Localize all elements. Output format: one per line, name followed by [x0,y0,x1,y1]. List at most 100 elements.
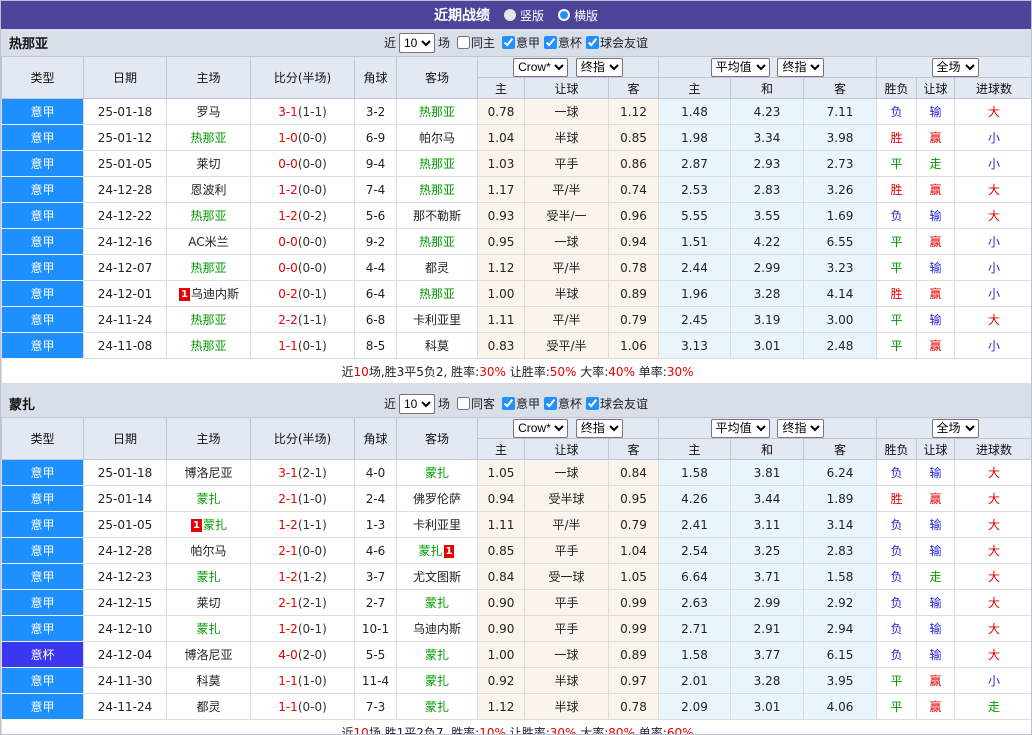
odds-home: 0.94 [477,485,525,512]
odds-home: 0.92 [477,667,525,694]
team-name: AC米兰 [188,235,229,249]
radio-horizontal-option[interactable]: 横版 [558,7,598,24]
league-filter-意甲[interactable]: 意甲 [498,395,540,412]
odds-home: 1.12 [477,693,525,720]
odds-home: 1.03 [477,150,525,177]
league-filter-意杯[interactable]: 意杯 [540,34,582,51]
col-avg-home: 主 [658,77,732,99]
fulltime-score: 4-0 [278,647,298,662]
halftime-score: (0-1) [297,621,327,636]
handicap-line: 受一球 [524,563,609,590]
summary-segment: 30% [479,364,506,379]
league-badge: 意甲 [1,485,84,512]
score-cell: 0-0(0-0) [250,254,355,281]
fulltime-score: 2-1 [278,595,298,610]
final-odds-select-1[interactable]: 终指 [575,418,623,438]
home-team-cell: 热那亚 [166,306,251,333]
league-badge: 意甲 [1,150,84,177]
away-team-cell: 尤文图斯 [396,563,478,590]
result-handicap: 输 [916,537,956,564]
avg-odds-home: 2.09 [658,693,732,720]
league-checkbox[interactable] [502,35,515,49]
fulltime-select[interactable]: 全场 [931,418,979,438]
bookmaker-select[interactable]: Crow* [513,57,569,77]
league-filter-意杯[interactable]: 意杯 [540,395,582,412]
fulltime-score: 3-1 [278,465,298,480]
away-team-cell: 热那亚 [396,280,478,307]
col-date: 日期 [83,417,167,460]
average-select[interactable]: 平均值 [710,418,770,438]
team-name: 罗马 [196,105,221,119]
result-outcome: 负 [876,615,918,642]
away-team-cell: 蒙扎 [396,589,478,616]
result-outcome: 胜 [876,124,918,151]
halftime-score: (0-1) [297,338,327,353]
radio-vertical-option[interactable]: 竖版 [503,7,544,24]
same-away-filter[interactable]: 同客 [453,395,495,412]
score-cell: 1-2(1-2) [250,563,355,590]
result-outcome: 平 [876,150,918,177]
summary-monza: 近10场,胜1平2负7, 胜率:10% 让胜率:30% 大率:80% 单率:60… [1,719,1031,734]
corner-cell: 3-7 [354,563,397,590]
games-count-select[interactable]: 10 [398,393,435,414]
same-away-label: 同客 [470,397,495,411]
final-odds-select-1[interactable]: 终指 [575,57,623,77]
league-checkbox[interactable] [502,396,515,410]
handicap-line: 一球 [524,98,609,125]
col-avg-away: 客 [803,77,878,99]
odds-away: 1.06 [607,332,660,359]
halftime-score: (0-0) [297,182,327,197]
home-team-cell: 热那亚 [166,254,251,281]
bookmaker-select[interactable]: Crow* [513,418,569,438]
odds-away: 0.96 [607,202,660,229]
match-row: 意甲 24-11-24 都灵 1-1(0-0) 7-3 蒙扎 1.12 半球 0.78 2.09 3… [1,693,1031,720]
corner-cell: 4-4 [354,254,397,281]
home-team-cell: 蒙扎 [166,615,251,642]
home-team-cell: 热那亚 [166,202,251,229]
odds-home: 1.04 [477,124,525,151]
handicap-line: 一球 [524,228,609,255]
odds-away: 0.97 [607,667,660,694]
radio-vertical-label: 竖版 [519,8,544,23]
result-handicap: 输 [916,98,956,125]
summary-segment: 单率: [634,364,667,379]
fulltime-group: 全场 [876,417,1031,439]
team-name: 都灵 [196,700,221,714]
fulltime-select[interactable]: 全场 [931,57,979,77]
col-result-handicap: 让球 [916,438,956,460]
same-away-checkbox[interactable] [456,397,470,410]
league-badge: 意甲 [1,254,84,281]
col-result-goals: 进球数 [954,438,1031,460]
handicap-line: 半球 [524,667,609,694]
league-checkbox[interactable] [544,396,558,410]
avg-odds-home: 1.51 [658,228,732,255]
league-checkbox[interactable] [586,35,600,49]
title-bar: 近期战绩 竖版 横版 [1,1,1031,29]
final-odds-select-2[interactable]: 终指 [777,57,825,77]
games-count-select[interactable]: 10 [398,32,435,53]
match-row: 意甲 24-11-30 科莫 1-1(1-0) 11-4 蒙扎 0.92 半球 0.97 2.01… [1,667,1031,694]
league-checkbox[interactable] [544,35,558,49]
avg-odds-home: 2.71 [658,615,732,642]
corner-cell: 6-8 [354,306,397,333]
league-filter-球会友谊[interactable]: 球会友谊 [582,395,648,412]
match-date: 25-01-18 [83,98,167,125]
average-select[interactable]: 平均值 [710,57,770,77]
result-outcome: 负 [876,459,918,486]
same-home-checkbox[interactable] [456,36,470,49]
home-team-cell: 莱切 [166,589,251,616]
same-home-filter[interactable]: 同主 [453,34,495,51]
odds-away: 1.05 [607,563,660,590]
league-filter-意甲[interactable]: 意甲 [498,34,540,51]
corner-cell: 1-3 [354,511,397,538]
result-handicap: 输 [916,459,956,486]
away-team-cell: 蒙扎 [396,641,478,668]
away-team-cell: 蒙扎 [396,459,478,486]
league-checkbox[interactable] [586,396,600,410]
same-home-label: 同主 [470,36,495,50]
col-score: 比分(半场) [250,56,355,99]
avg-odds-home: 2.41 [658,511,732,538]
final-odds-select-2[interactable]: 终指 [777,418,825,438]
avg-odds-home: 2.01 [658,667,732,694]
league-filter-球会友谊[interactable]: 球会友谊 [582,34,648,51]
